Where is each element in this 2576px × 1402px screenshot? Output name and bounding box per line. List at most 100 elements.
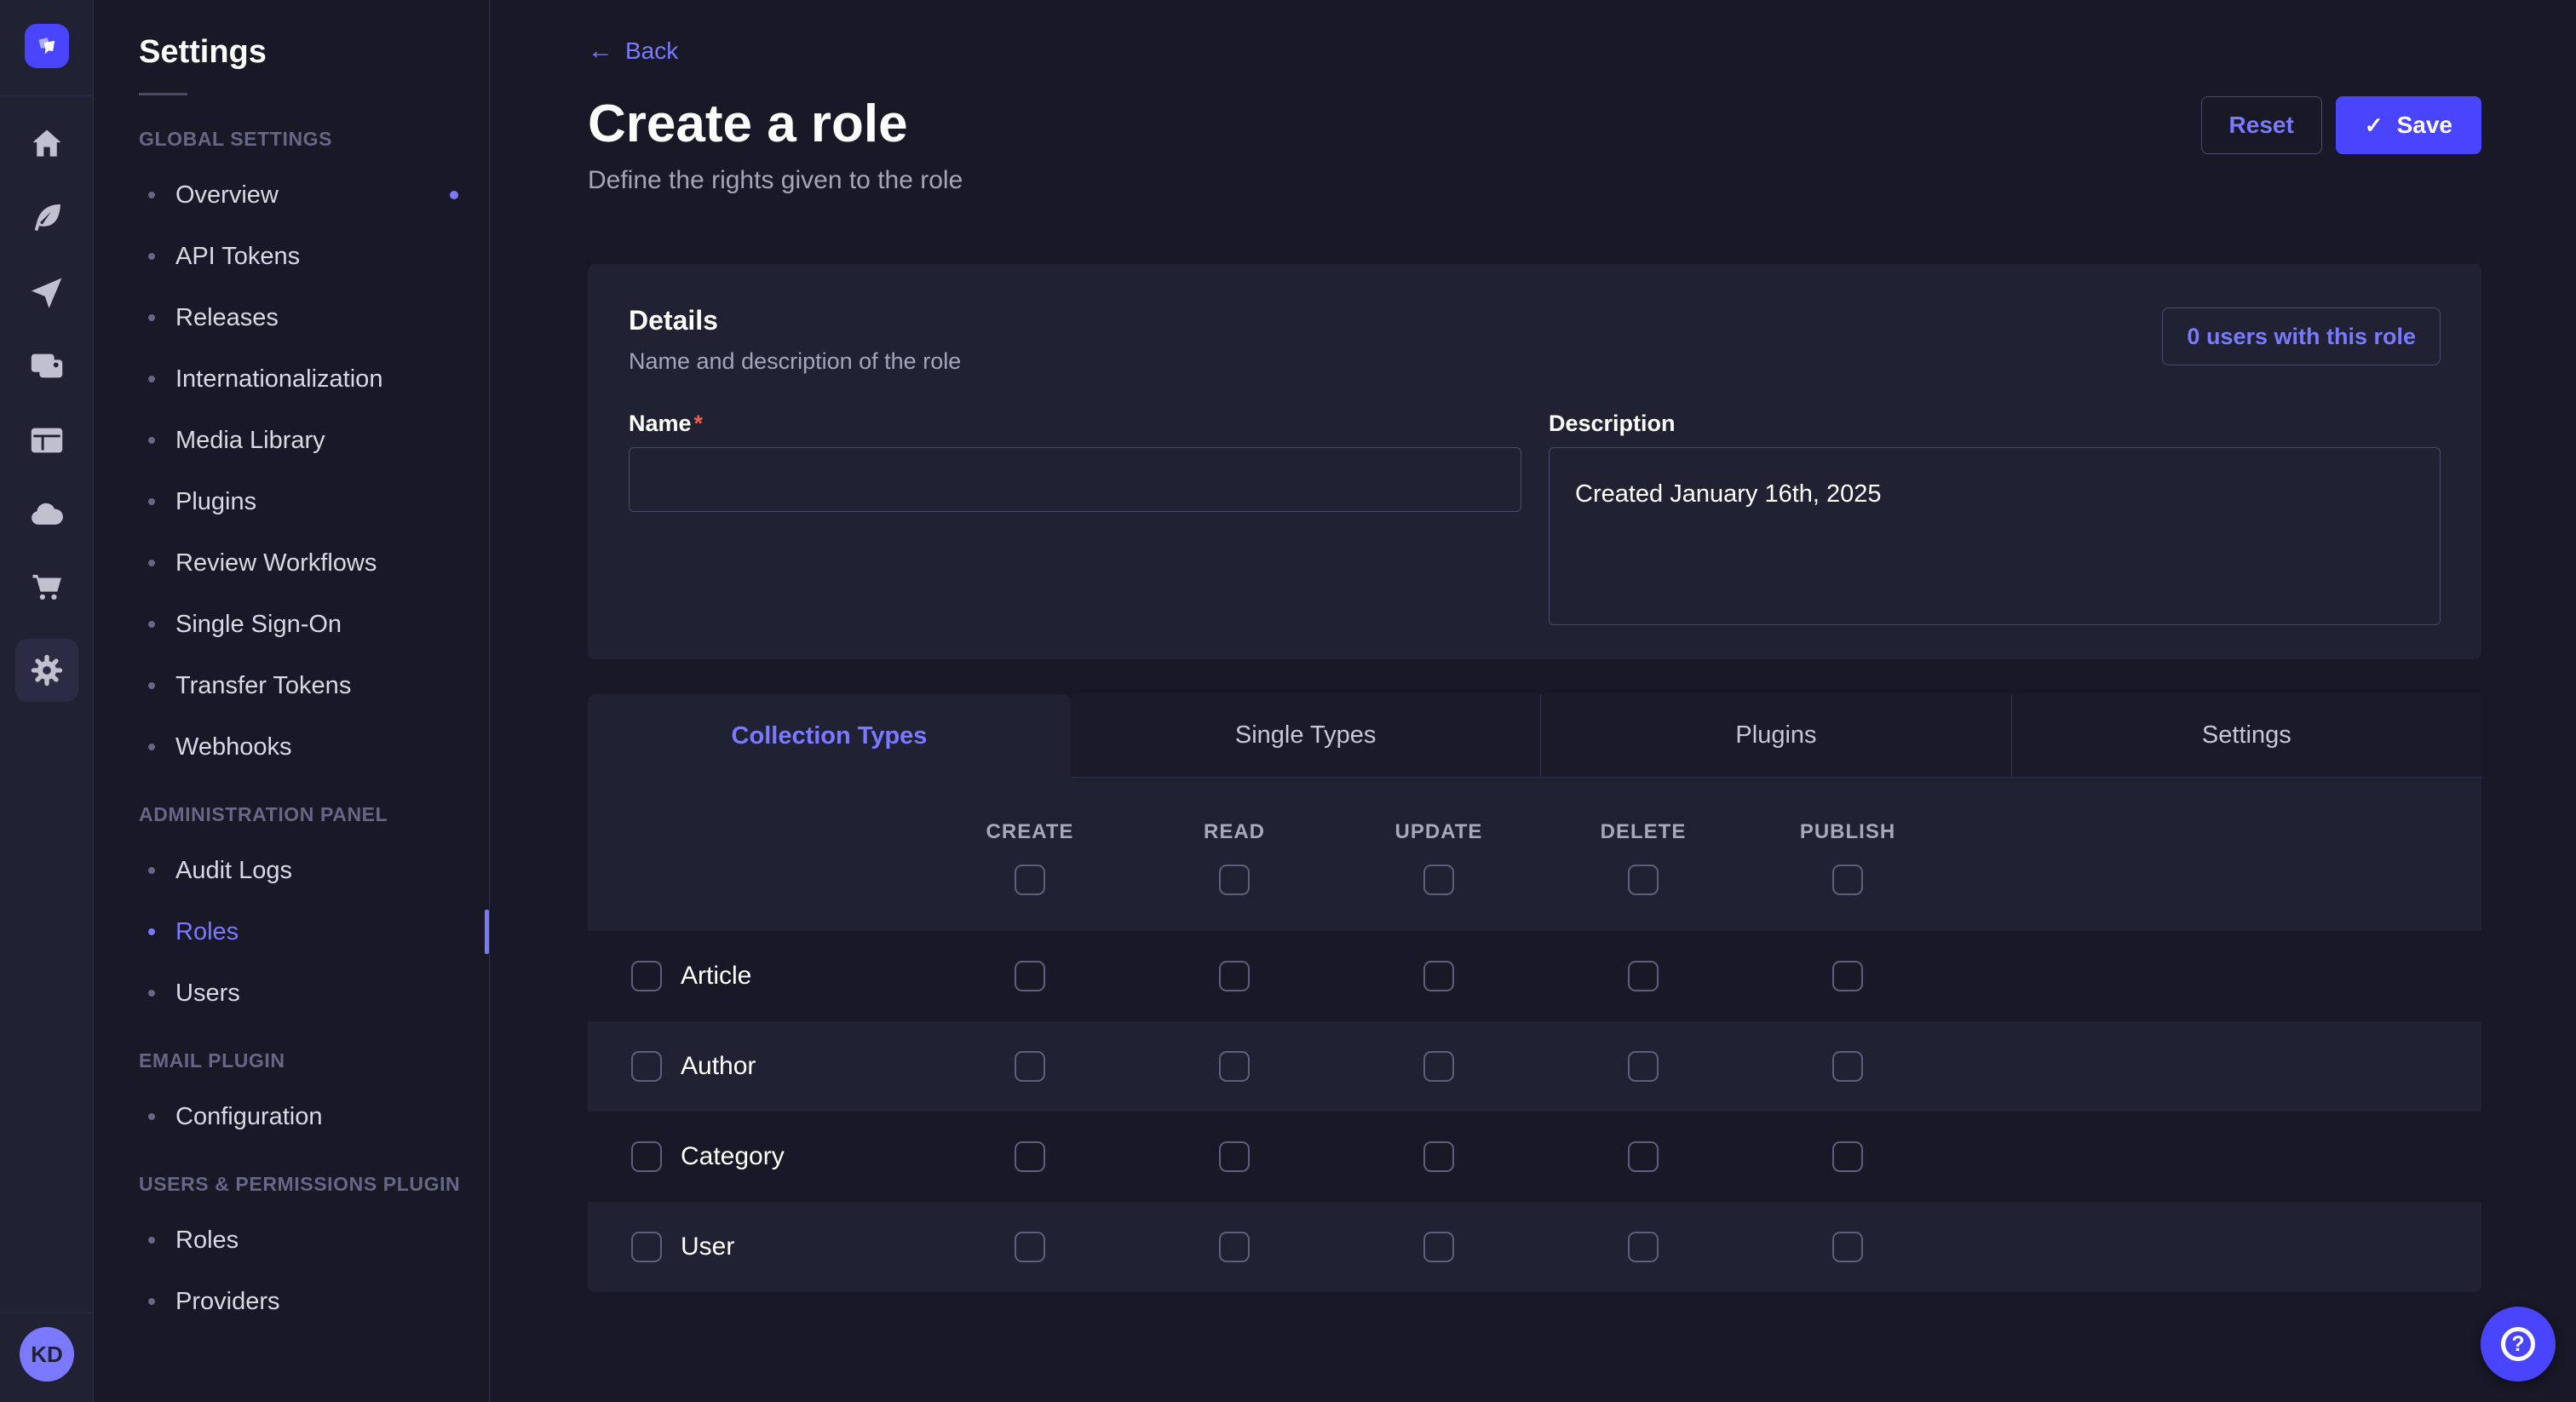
category-delete-checkbox[interactable] <box>1628 1141 1659 1172</box>
article-update-checkbox[interactable] <box>1423 961 1454 991</box>
tab-plugins[interactable]: Plugins <box>1540 694 2010 777</box>
row-label: User <box>681 1232 734 1261</box>
category-create-checkbox[interactable] <box>1015 1141 1045 1172</box>
article-publish-checkbox[interactable] <box>1832 961 1863 991</box>
permissions-table-header: CREATE READ UPDATE DELETE PUBLISH <box>588 778 2481 931</box>
details-subheading: Name and description of the role <box>629 348 961 375</box>
strapi-logo-icon <box>32 32 61 60</box>
tab-settings[interactable]: Settings <box>2011 694 2481 777</box>
user-update-checkbox[interactable] <box>1423 1232 1454 1262</box>
bullet-icon <box>148 376 155 382</box>
sidebar-item-internationalization[interactable]: Internationalization <box>94 355 489 403</box>
section-label-users-permissions-plugin: USERS & PERMISSIONS PLUGIN <box>139 1173 489 1196</box>
select-all-read-checkbox[interactable] <box>1219 865 1250 895</box>
sidebar-item-configuration[interactable]: Configuration <box>94 1093 489 1141</box>
select-all-delete-checkbox[interactable] <box>1628 865 1659 895</box>
select-all-create-checkbox[interactable] <box>1015 865 1045 895</box>
sidebar-item-roles-up[interactable]: Roles <box>94 1216 489 1264</box>
reset-button[interactable]: Reset <box>2201 96 2322 154</box>
article-create-checkbox[interactable] <box>1015 961 1045 991</box>
column-header-read: READ <box>1132 820 1337 844</box>
category-read-checkbox[interactable] <box>1219 1141 1250 1172</box>
user-delete-checkbox[interactable] <box>1628 1232 1659 1262</box>
section-label-global-settings: GLOBAL SETTINGS <box>139 128 489 151</box>
sidebar-item-users[interactable]: Users <box>94 969 489 1017</box>
table-row-article: Article <box>588 931 2481 1021</box>
column-header-publish: PUBLISH <box>1745 820 1950 844</box>
category-update-checkbox[interactable] <box>1423 1141 1454 1172</box>
subnav-title: Settings <box>139 34 489 71</box>
sidebar-item-review-workflows[interactable]: Review Workflows <box>94 539 489 587</box>
question-mark-icon: ? <box>2501 1327 2535 1361</box>
help-button[interactable]: ? <box>2481 1307 2556 1382</box>
sidebar-item-roles-admin[interactable]: Roles <box>94 908 489 956</box>
row-label: Author <box>681 1052 756 1081</box>
strapi-logo[interactable] <box>25 24 69 68</box>
author-publish-checkbox[interactable] <box>1832 1051 1863 1082</box>
bullet-icon <box>148 682 155 689</box>
settings-icon[interactable] <box>15 639 78 702</box>
role-description-textarea[interactable]: Created January 16th, 2025 <box>1549 447 2441 625</box>
user-row-checkbox[interactable] <box>631 1232 662 1262</box>
sidebar-item-webhooks[interactable]: Webhooks <box>94 723 489 771</box>
select-all-update-checkbox[interactable] <box>1423 865 1454 895</box>
bullet-icon <box>148 1237 155 1244</box>
category-row-checkbox[interactable] <box>631 1141 662 1172</box>
sidebar-item-api-tokens[interactable]: API Tokens <box>94 233 489 280</box>
author-update-checkbox[interactable] <box>1423 1051 1454 1082</box>
user-read-checkbox[interactable] <box>1219 1232 1250 1262</box>
user-create-checkbox[interactable] <box>1015 1232 1045 1262</box>
page-title: Create a role <box>588 94 2481 154</box>
active-item-indicator <box>485 910 489 954</box>
sidebar-item-audit-logs[interactable]: Audit Logs <box>94 847 489 894</box>
role-name-input[interactable] <box>629 447 1521 512</box>
bullet-icon <box>148 928 155 935</box>
author-read-checkbox[interactable] <box>1219 1051 1250 1082</box>
select-all-publish-checkbox[interactable] <box>1832 865 1863 895</box>
back-link[interactable]: ← Back <box>588 37 678 65</box>
deploy-icon[interactable] <box>15 268 78 316</box>
page-subtitle: Define the rights given to the role <box>588 166 2481 195</box>
bullet-icon <box>148 437 155 444</box>
content-type-builder-icon[interactable] <box>15 417 78 464</box>
save-button[interactable]: ✓ Save <box>2336 96 2481 154</box>
bullet-icon <box>148 867 155 874</box>
details-card: Details Name and description of the role… <box>588 264 2481 659</box>
content-manager-icon[interactable] <box>15 194 78 242</box>
back-label: Back <box>625 37 678 65</box>
media-library-icon[interactable] <box>15 342 78 390</box>
user-publish-checkbox[interactable] <box>1832 1232 1863 1262</box>
bullet-icon <box>148 253 155 260</box>
column-header-create: CREATE <box>928 820 1132 844</box>
article-read-checkbox[interactable] <box>1219 961 1250 991</box>
marketplace-icon[interactable] <box>15 565 78 612</box>
row-label: Category <box>681 1142 785 1171</box>
sidebar-item-overview[interactable]: Overview <box>94 171 489 219</box>
sidebar-item-releases[interactable]: Releases <box>94 294 489 342</box>
table-row-category: Category <box>588 1112 2481 1202</box>
check-icon: ✓ <box>2365 112 2383 139</box>
author-create-checkbox[interactable] <box>1015 1051 1045 1082</box>
home-icon[interactable] <box>15 120 78 168</box>
users-with-role-button[interactable]: 0 users with this role <box>2162 307 2441 365</box>
sidebar-item-providers[interactable]: Providers <box>94 1278 489 1325</box>
article-row-checkbox[interactable] <box>631 961 662 991</box>
sidebar-item-plugins[interactable]: Plugins <box>94 478 489 526</box>
tab-single-types[interactable]: Single Types <box>1071 694 1540 777</box>
sidebar-item-transfer-tokens[interactable]: Transfer Tokens <box>94 662 489 710</box>
main-content: ← Back Create a role Define the rights g… <box>490 0 2576 1402</box>
rail-divider <box>0 95 94 96</box>
author-row-checkbox[interactable] <box>631 1051 662 1082</box>
category-publish-checkbox[interactable] <box>1832 1141 1863 1172</box>
icon-rail: KD <box>0 0 94 1402</box>
avatar[interactable]: KD <box>20 1327 74 1382</box>
sidebar-item-media-library[interactable]: Media Library <box>94 417 489 464</box>
bullet-icon <box>148 744 155 750</box>
tab-collection-types[interactable]: Collection Types <box>588 694 1071 778</box>
cloud-icon[interactable] <box>15 491 78 538</box>
sidebar-item-single-sign-on[interactable]: Single Sign-On <box>94 600 489 648</box>
author-delete-checkbox[interactable] <box>1628 1051 1659 1082</box>
subnav-title-underline <box>139 93 187 95</box>
column-header-update: UPDATE <box>1337 820 1541 844</box>
article-delete-checkbox[interactable] <box>1628 961 1659 991</box>
